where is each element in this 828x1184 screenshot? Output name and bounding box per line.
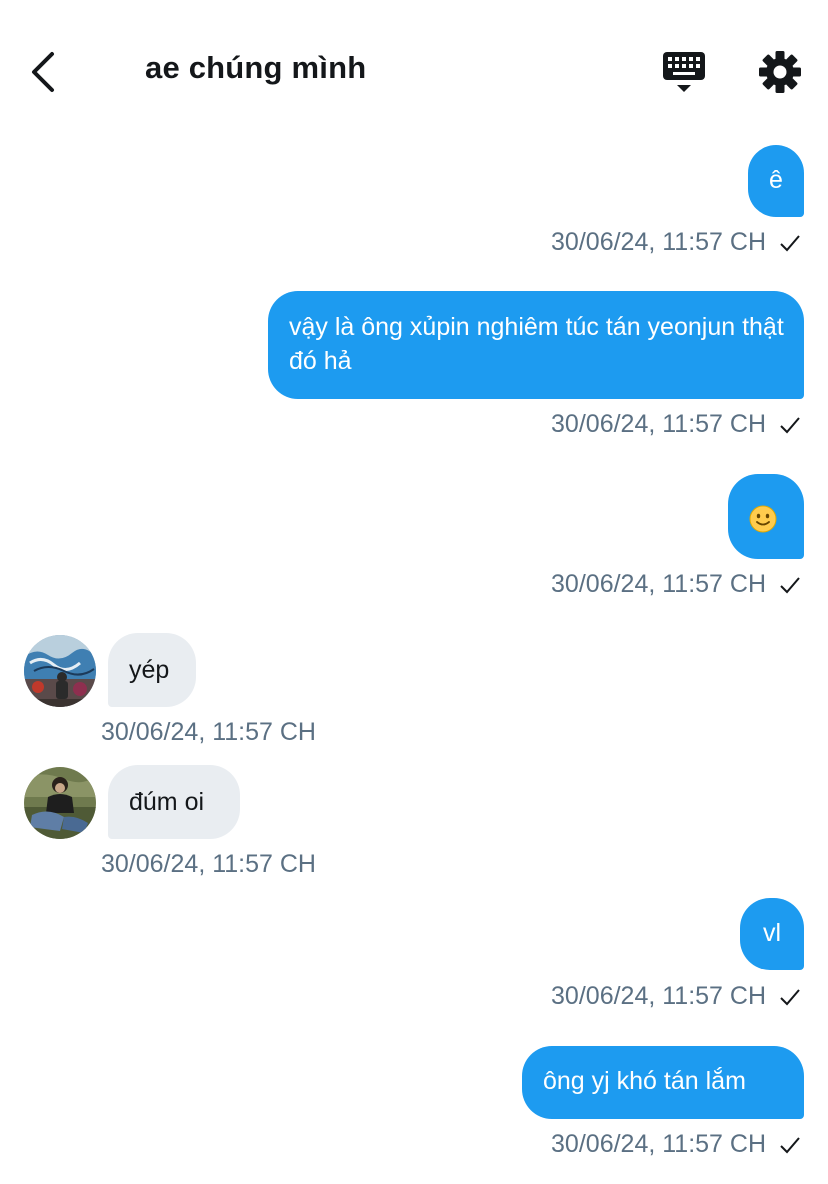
message-timestamp: 30/06/24, 11:57 CH bbox=[101, 850, 316, 878]
person-avatar[interactable] bbox=[24, 767, 96, 839]
message-bubble-outgoing[interactable]: ê bbox=[748, 145, 804, 217]
message-bubble-incoming[interactable]: yép bbox=[108, 633, 196, 707]
message-bubble-outgoing[interactable]: ông yj khó tán lắm bbox=[522, 1046, 804, 1119]
keyboard-icon bbox=[663, 52, 705, 92]
message-bubble-outgoing[interactable]: 🙂 bbox=[728, 474, 804, 559]
back-button[interactable] bbox=[22, 48, 66, 96]
message-bubble-outgoing[interactable]: vl bbox=[740, 898, 804, 970]
message-text: ông yj khó tán lắm bbox=[543, 1067, 746, 1095]
message-bubble-outgoing[interactable]: vậy là ông xủpin nghiêm túc tán yeonjun … bbox=[268, 291, 804, 399]
conversation-title[interactable]: ae chúng mình bbox=[145, 50, 366, 86]
chat-header: ae chúng mình bbox=[0, 0, 828, 130]
slightly-smiling-face-icon bbox=[749, 505, 777, 533]
settings-button[interactable] bbox=[756, 48, 804, 96]
sent-check-icon bbox=[780, 577, 800, 594]
message-text: yép bbox=[129, 656, 170, 684]
message-timestamp: 30/06/24, 11:57 CH bbox=[551, 982, 766, 1010]
graffiti-avatar[interactable] bbox=[24, 635, 96, 707]
message-bubble-incoming[interactable]: đúm oi bbox=[108, 765, 240, 839]
gear-icon bbox=[759, 51, 801, 93]
message-timestamp: 30/06/24, 11:57 CH bbox=[101, 718, 316, 746]
message-timestamp: 30/06/24, 11:57 CH bbox=[551, 1130, 766, 1158]
sent-check-icon bbox=[780, 989, 800, 1006]
message-text: vậy là ông xủpin nghiêm túc tán yeonjun … bbox=[289, 313, 784, 375]
sent-check-icon bbox=[780, 417, 800, 434]
sent-check-icon bbox=[780, 235, 800, 252]
keyboard-button[interactable] bbox=[658, 48, 710, 96]
message-text: ê bbox=[769, 166, 783, 194]
message-timestamp: 30/06/24, 11:57 CH bbox=[551, 228, 766, 256]
message-timestamp: 30/06/24, 11:57 CH bbox=[551, 570, 766, 598]
message-timestamp: 30/06/24, 11:57 CH bbox=[551, 410, 766, 438]
message-text: vl bbox=[762, 919, 782, 947]
chevron-left-icon bbox=[32, 52, 54, 92]
message-text: đúm oi bbox=[129, 788, 205, 816]
sent-check-icon bbox=[780, 1137, 800, 1154]
